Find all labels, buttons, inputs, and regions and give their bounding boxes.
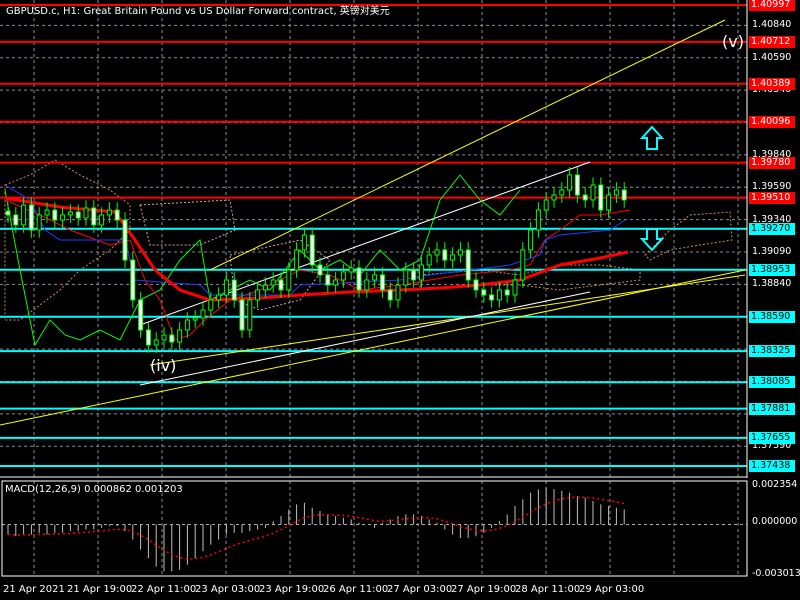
candle [200, 302, 206, 326]
support-price-label: 1.37438 [749, 460, 795, 472]
candle [442, 242, 448, 268]
time-label: 29 Apr 03:00 [579, 584, 645, 595]
candle [177, 322, 183, 350]
resistance-price-label: 1.39780 [749, 156, 795, 169]
candle [130, 252, 136, 308]
price-tick: 1.40840 [752, 19, 792, 31]
time-label: 23 Apr 19:00 [259, 584, 325, 595]
support-price-label: 1.37881 [749, 402, 795, 415]
candle [567, 167, 573, 198]
macd-axis-zero: 0.000000 [752, 516, 798, 527]
candle [270, 272, 276, 293]
candle [325, 267, 331, 293]
candle [598, 177, 604, 218]
chart-title: GBPUSD.c, H1: Great Britain Pound vs US … [6, 6, 390, 17]
candle [122, 212, 128, 268]
price-tick: 1.39090 [752, 246, 792, 257]
support-price-label: 1.38590 [749, 310, 795, 323]
candle [255, 282, 261, 308]
trend-line[interactable] [0, 269, 746, 426]
macd-signal-line [7, 496, 625, 560]
macd-axis-min: -0.003013 [752, 568, 800, 579]
candle [309, 227, 315, 273]
time-label: 28 Apr 11:00 [515, 584, 581, 595]
resistance-price-label: 1.39510 [749, 191, 795, 204]
price-tick: 1.40590 [752, 51, 792, 63]
candle [473, 272, 479, 298]
time-label: 26 Apr 11:00 [323, 584, 389, 595]
candle [582, 187, 588, 208]
support-price-label: 1.39270 [749, 222, 795, 235]
price-chart[interactable] [0, 0, 800, 600]
candle [551, 187, 557, 208]
candle [153, 332, 159, 353]
resistance-price-label: 1.40997 [749, 0, 795, 11]
time-label: 27 Apr 03:00 [387, 584, 453, 595]
price-tick: 1.38840 [752, 278, 792, 290]
resistance-price-label: 1.40712 [749, 35, 795, 48]
candle [114, 202, 120, 228]
candle [457, 242, 463, 263]
candle [543, 192, 549, 218]
candle [364, 272, 370, 298]
candle [395, 277, 401, 308]
candle [559, 182, 565, 203]
candle [161, 327, 167, 348]
wave-label-v: (v) [722, 32, 744, 51]
macd-panel [2, 487, 747, 572]
candle [450, 247, 456, 268]
candle [278, 272, 284, 298]
candle [216, 287, 222, 308]
time-label: 21 Apr 2021 [3, 584, 65, 595]
candle [535, 202, 541, 238]
support-price-label: 1.38953 [749, 263, 795, 276]
macd-title: MACD(12,26,9) 0.000862 0.001203 [5, 484, 183, 495]
channel-line[interactable] [139, 291, 591, 386]
time-label: 23 Apr 03:00 [195, 584, 261, 595]
resistance-price-label: 1.40389 [749, 77, 795, 90]
time-label: 27 Apr 19:00 [451, 584, 517, 595]
candle [613, 182, 619, 203]
candle [590, 177, 596, 208]
candle [489, 287, 495, 308]
support-price-label: 1.38085 [749, 376, 795, 389]
candle [348, 260, 354, 280]
candle [169, 327, 175, 350]
candle [317, 257, 323, 283]
candle [465, 242, 471, 288]
horizontal-levels [0, 4, 747, 467]
resistance-price-label: 1.40096 [749, 115, 795, 128]
candle [145, 322, 151, 353]
candle [192, 310, 198, 328]
macd-axis-max: 0.002354 [752, 479, 798, 490]
candle [83, 200, 89, 226]
candle [434, 242, 440, 263]
arrow-down-icon [639, 228, 665, 252]
candle [621, 182, 627, 208]
candle [36, 207, 42, 238]
arrow-up-icon [639, 125, 665, 150]
candle [333, 272, 339, 293]
candle [379, 267, 385, 298]
time-label: 21 Apr 19:00 [67, 584, 133, 595]
support-price-label: 1.37655 [749, 431, 795, 444]
trend-lines [0, 19, 746, 426]
candle [496, 282, 502, 308]
time-label: 22 Apr 11:00 [131, 584, 197, 595]
support-price-label: 1.38325 [749, 345, 795, 358]
wave-label-iv: (iv) [150, 356, 177, 375]
candle [512, 272, 518, 303]
candle [60, 207, 66, 228]
